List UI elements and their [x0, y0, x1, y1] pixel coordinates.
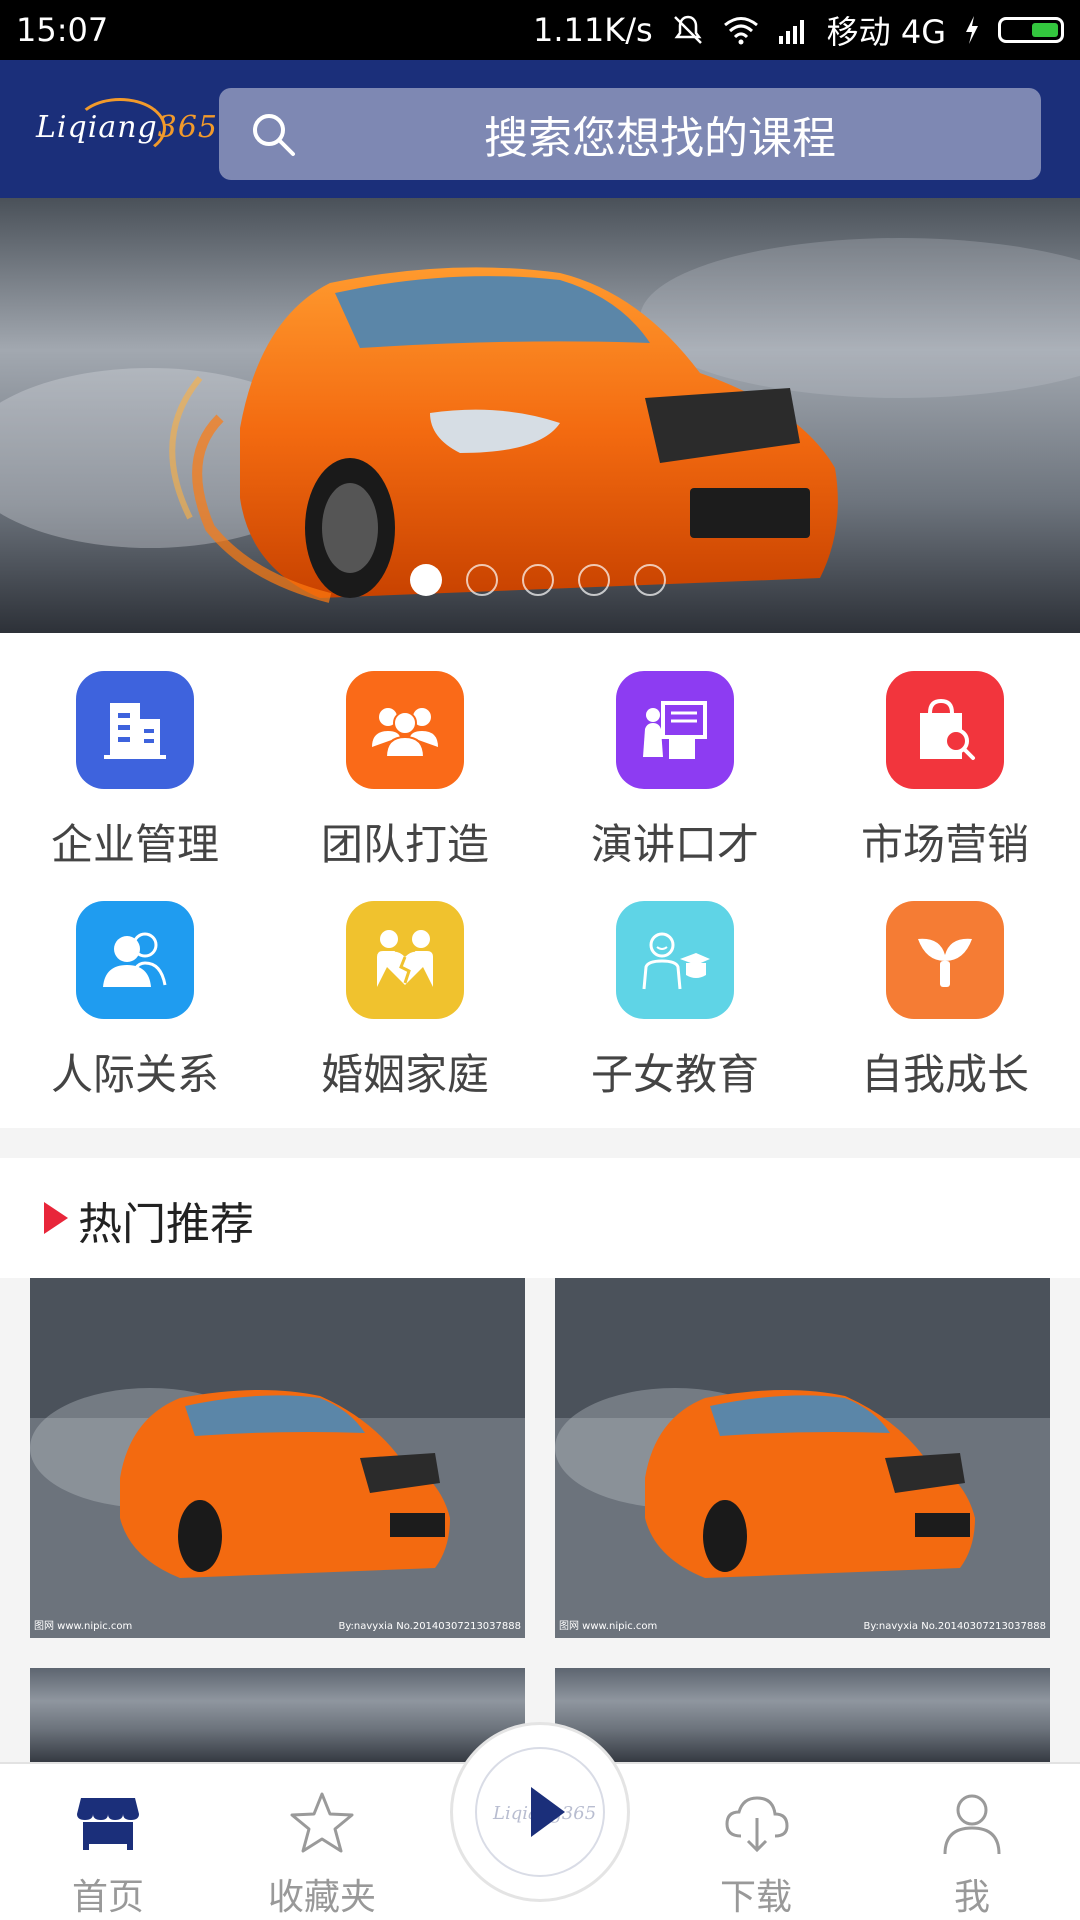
course-card[interactable]: 图网 www.nipic.com By:navyxia No.201403072… — [555, 1278, 1050, 1638]
category-self-growth[interactable]: 自我成长 — [810, 863, 1080, 1099]
building-icon — [76, 671, 194, 789]
course-card[interactable]: 图网 www.nipic.com By:navyxia No.201403072… — [30, 1278, 525, 1638]
carousel-dot[interactable] — [578, 564, 610, 596]
category-enterprise-management[interactable]: 企业管理 — [0, 633, 270, 869]
signal-icon — [778, 20, 804, 44]
thumb-watermark-id: By:navyxia No.20140307213037888 — [338, 1621, 522, 1632]
user-icon — [943, 1794, 1001, 1855]
tab-home[interactable]: 首页 — [8, 1764, 208, 1920]
tab-downloads[interactable]: 下载 — [656, 1764, 856, 1920]
play-icon: Liqiang365 — [492, 1787, 595, 1837]
status-time: 15:07 — [16, 11, 109, 49]
hot-recommend-header: 热门推荐 — [0, 1158, 1080, 1278]
search-placeholder: 搜索您想找的课程 — [484, 113, 836, 164]
category-label: 人际关系 — [50, 1050, 219, 1099]
thumb-watermark-id: By:navyxia No.20140307213037888 — [863, 1621, 1047, 1632]
graduate-icon — [616, 901, 734, 1019]
app-header: Liqiang365 搜索您想找的课程 — [0, 60, 1080, 198]
broken-heart-icon — [346, 901, 464, 1019]
tab-me[interactable]: 我 — [872, 1764, 1072, 1920]
carousel-dot[interactable] — [410, 564, 442, 596]
category-speech[interactable]: 演讲口才 — [540, 633, 810, 869]
carrier-label: 移动 4G — [826, 13, 946, 51]
wifi-icon — [723, 17, 758, 45]
sprout-icon — [886, 901, 1004, 1019]
category-grid: 企业管理 团队打造 演讲口才 市场营销 人际关系 婚姻家庭 子女教育 自我成长 — [0, 633, 1080, 1128]
app-logo[interactable]: Liqiang365 — [36, 110, 218, 145]
course-card[interactable] — [30, 1668, 525, 1762]
center-play-button[interactable]: Liqiang365 — [450, 1722, 630, 1902]
category-relationships[interactable]: 人际关系 — [0, 863, 270, 1099]
category-child-education[interactable]: 子女教育 — [540, 863, 810, 1099]
tab-label: 收藏夹 — [267, 1877, 376, 1918]
thumb-watermark: 图网 www.nipic.com — [559, 1621, 658, 1632]
carousel-indicators — [410, 564, 666, 596]
category-label: 婚姻家庭 — [320, 1050, 489, 1099]
people-icon — [76, 901, 194, 1019]
course-thumbnail — [30, 1278, 525, 1638]
category-team-building[interactable]: 团队打造 — [270, 633, 540, 869]
category-marriage-family[interactable]: 婚姻家庭 — [270, 863, 540, 1099]
tab-label: 首页 — [71, 1877, 144, 1918]
charging-icon — [966, 16, 978, 44]
logo-number: 365 — [157, 110, 218, 145]
thumb-watermark: 图网 www.nipic.com — [34, 1621, 133, 1632]
category-label: 自我成长 — [860, 1050, 1029, 1099]
category-label: 子女教育 — [590, 1050, 759, 1099]
cloud-download-icon — [725, 1796, 789, 1853]
category-marketing[interactable]: 市场营销 — [810, 633, 1080, 869]
play-button-inner: Liqiang365 — [475, 1747, 605, 1877]
tab-favorites[interactable]: 收藏夹 — [222, 1764, 422, 1920]
shopping-bag-icon — [886, 671, 1004, 789]
section-marker-icon — [44, 1202, 68, 1234]
logo-text: Liqiang — [36, 110, 158, 145]
carousel-dot[interactable] — [466, 564, 498, 596]
section-title: 热门推荐 — [78, 1199, 254, 1250]
tab-label: 下载 — [719, 1877, 792, 1918]
carousel-dot[interactable] — [634, 564, 666, 596]
store-icon — [77, 1798, 139, 1850]
battery-icon — [998, 17, 1064, 43]
network-speed: 1.11K/s — [532, 11, 653, 49]
speech-icon — [616, 671, 734, 789]
tab-label: 我 — [953, 1877, 990, 1918]
course-card[interactable] — [555, 1668, 1050, 1762]
silent-bell-icon — [673, 15, 702, 44]
carousel-dot[interactable] — [522, 564, 554, 596]
search-bar[interactable]: 搜索您想找的课程 — [219, 88, 1041, 180]
status-bar: 15:07 1.11K/s 移动 4G — [0, 0, 1080, 60]
star-icon — [290, 1792, 354, 1853]
team-icon — [346, 671, 464, 789]
course-thumbnail — [555, 1278, 1050, 1638]
